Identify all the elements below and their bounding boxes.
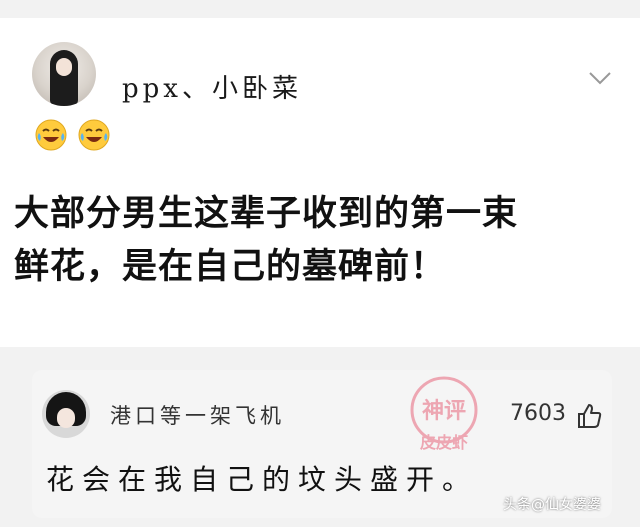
like-count: 7603	[510, 401, 566, 426]
laughing-crying-emoji-icon	[35, 119, 67, 151]
watermark-line-2: 皮皮虾	[419, 433, 468, 452]
shenping-watermark-stamp: 神评 皮皮虾	[410, 376, 478, 452]
laughing-crying-emoji-icon	[78, 119, 110, 151]
chevron-down-icon[interactable]	[588, 70, 612, 86]
thumbs-up-icon[interactable]	[575, 402, 603, 430]
source-credit: 头条@仙女婆婆	[503, 497, 601, 513]
post-text: 大部分男生这辈子收到的第一束 鲜花，是在自己的墓碑前！	[14, 188, 624, 294]
post-text-line-1: 大部分男生这辈子收到的第一束	[14, 194, 519, 234]
emoji-row	[34, 118, 115, 156]
commenter-avatar[interactable]	[42, 390, 90, 438]
post-card: ppx、小卧菜 大部分男生这辈子收到的第一束 鲜花，是在自己的墓碑前！	[0, 18, 640, 347]
author-avatar[interactable]	[32, 42, 96, 106]
watermark-line-1: 神评	[422, 398, 466, 424]
post-text-line-2: 鲜花，是在自己的墓碑前！	[14, 247, 447, 287]
page: ppx、小卧菜 大部分男生这辈子收到的第一束 鲜花，是在自己的墓碑前！ 港口等一…	[0, 0, 640, 527]
commenter-name[interactable]: 港口等一架飞机	[110, 400, 285, 430]
author-name[interactable]: ppx、小卧菜	[122, 68, 302, 105]
